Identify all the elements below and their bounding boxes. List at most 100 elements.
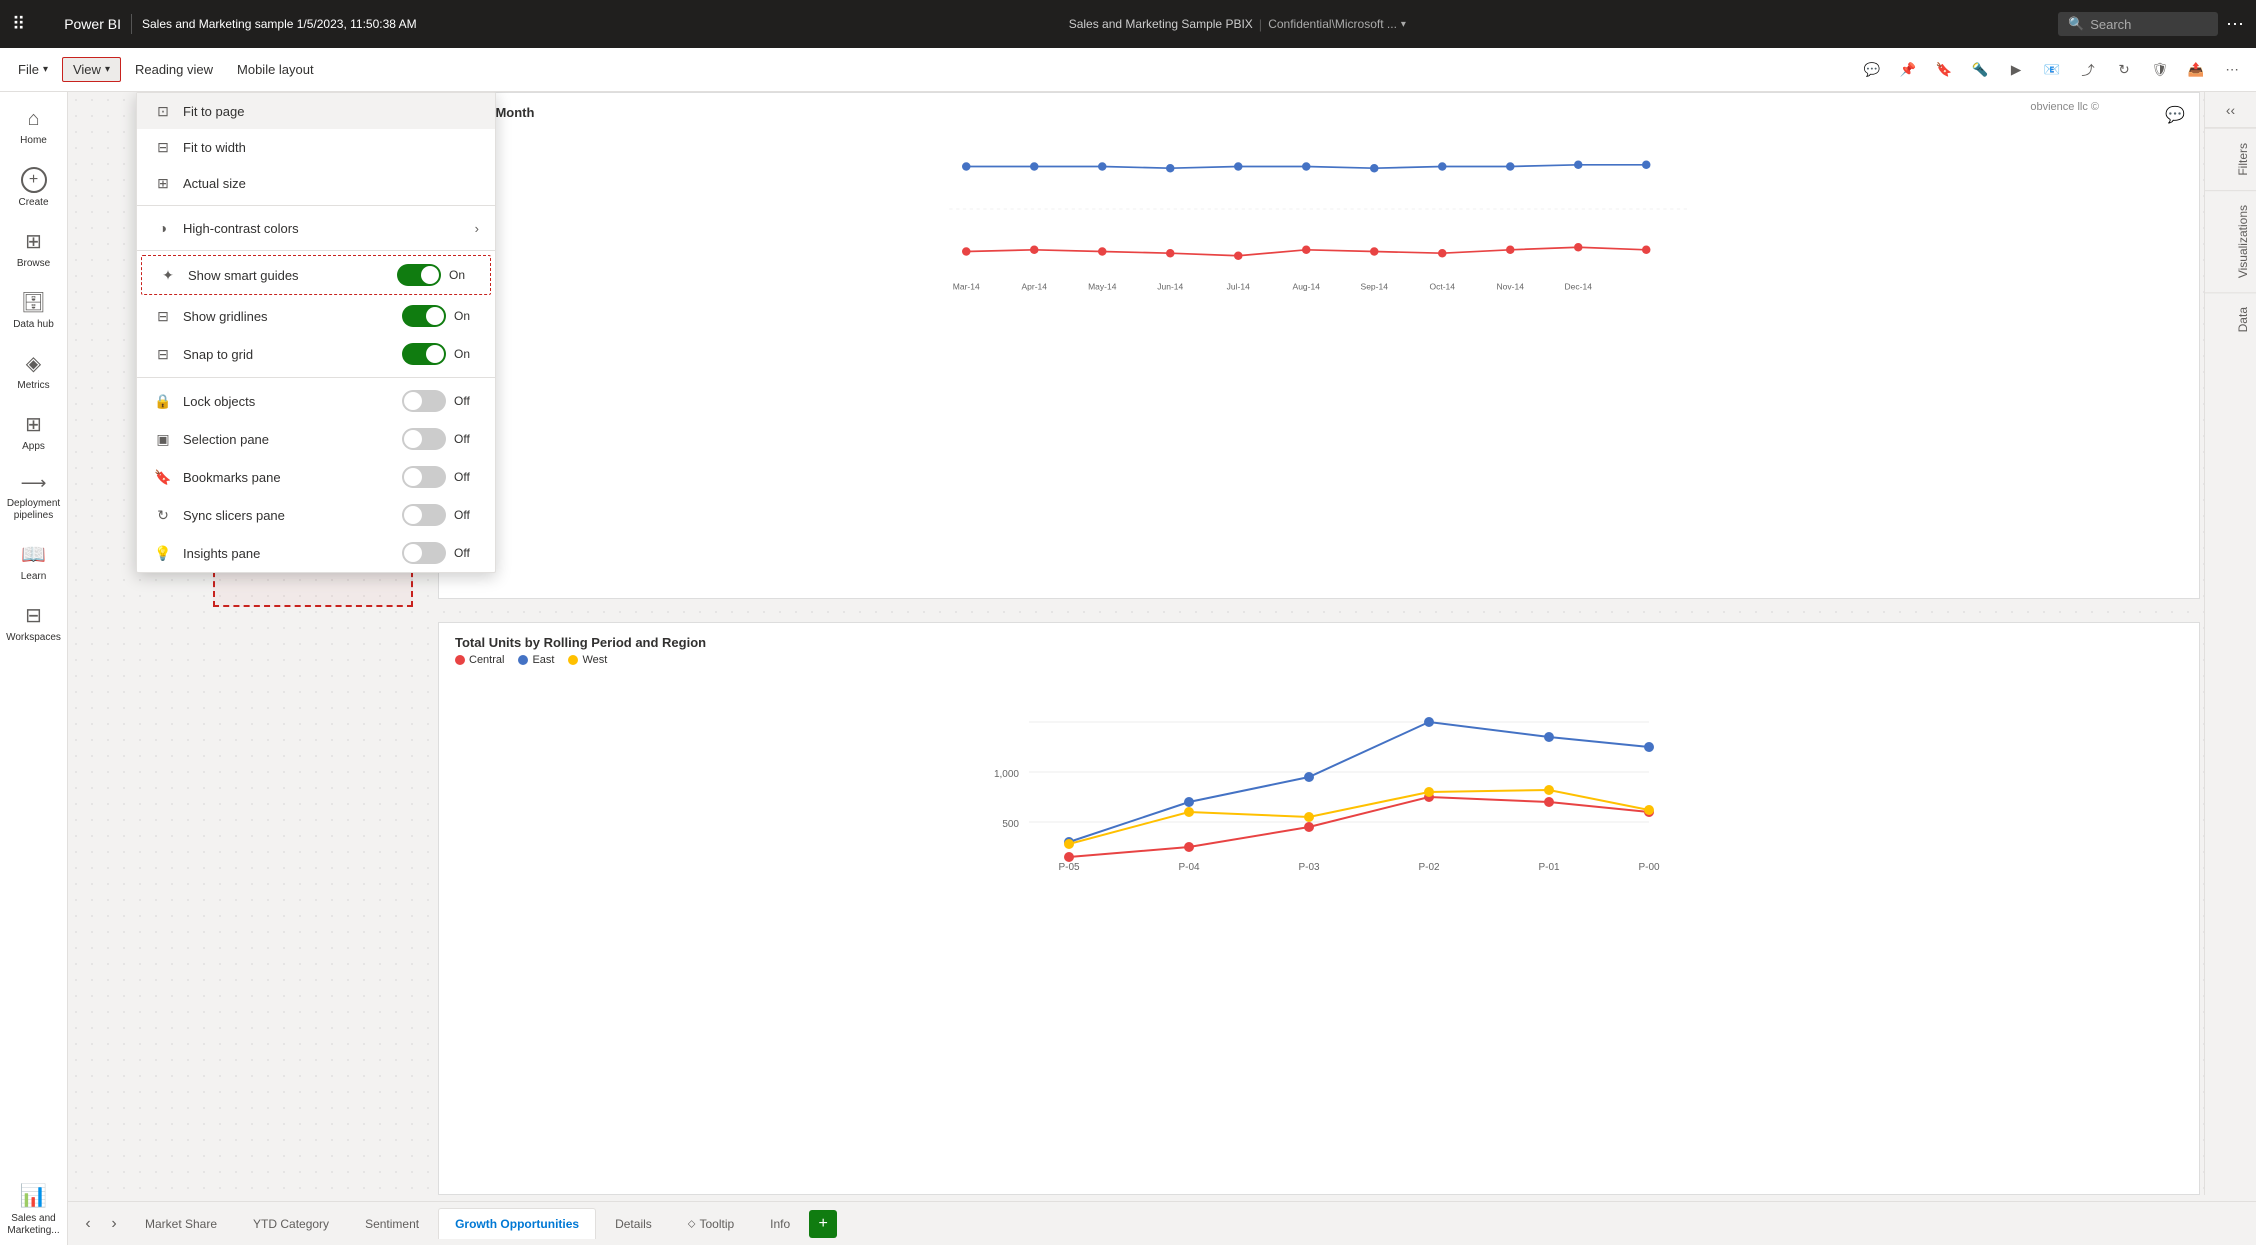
visualizations-panel-tab[interactable]: Visualizations <box>2205 190 2256 292</box>
spotlight-icon[interactable]: 🔦 <box>1964 54 1996 86</box>
obvience-label: obvience llc © <box>2030 101 2099 113</box>
tab-tooltip[interactable]: ⬦ Tooltip <box>671 1208 751 1239</box>
sidebar-item-deployment[interactable]: ⟶ Deployment pipelines <box>4 465 64 530</box>
menu-fit-to-page[interactable]: ⊡ Fit to page <box>137 93 495 129</box>
menu-snap-to-grid[interactable]: ⊟ Snap to grid On <box>137 335 495 373</box>
refresh-icon[interactable]: ↻ <box>2108 54 2140 86</box>
filters-panel-tab[interactable]: Filters <box>2205 128 2256 190</box>
sync-toggle[interactable] <box>402 504 446 526</box>
tab-label: Tooltip <box>699 1217 734 1231</box>
present-icon[interactable]: ▶ <box>2000 54 2032 86</box>
svg-text:Apr-14: Apr-14 <box>1021 282 1047 292</box>
tab-next-button[interactable]: › <box>102 1212 126 1236</box>
menu-item-label: Bookmarks pane <box>183 470 392 485</box>
svg-text:Mar-14: Mar-14 <box>953 282 980 292</box>
legend-dot-central <box>455 655 465 665</box>
menu-fit-to-width[interactable]: ⊟ Fit to width <box>137 129 495 165</box>
selection-toggle[interactable] <box>402 428 446 450</box>
view-button[interactable]: View ▾ <box>62 57 121 82</box>
lock-toggle[interactable] <box>402 390 446 412</box>
tab-details[interactable]: Details <box>598 1208 669 1239</box>
legend-label-central: Central <box>469 654 504 666</box>
toggle-label: Off <box>454 546 479 560</box>
sidebar-item-apps[interactable]: ⊞ Apps <box>4 404 64 461</box>
legend-east: East <box>518 654 554 666</box>
tab-market-share[interactable]: Market Share <box>128 1208 234 1239</box>
sidebar-item-home[interactable]: ⌂ Home <box>4 100 64 155</box>
snap-toggle[interactable] <box>402 343 446 365</box>
menu-selection-pane[interactable]: ▣ Selection pane Off <box>137 420 495 458</box>
share-icon[interactable]: 📤 <box>2180 54 2212 86</box>
svg-text:Jul-14: Jul-14 <box>1227 282 1250 292</box>
ribbon: File ▾ View ▾ Reading view Mobile layout… <box>0 48 2256 92</box>
menu-bookmarks-pane[interactable]: 🔖 Bookmarks pane Off <box>137 458 495 496</box>
sidebar-item-workspaces[interactable]: ⊟ Workspaces <box>4 595 64 652</box>
toggle-label: Off <box>454 394 479 408</box>
sync-toggle-group: Off <box>402 504 479 526</box>
home-icon: ⌂ <box>27 108 39 131</box>
bookmark-icon[interactable]: 🔖 <box>1928 54 1960 86</box>
ms-logo-green <box>45 15 54 24</box>
collapse-panels-button[interactable]: ‹ ‹ <box>2205 92 2256 128</box>
comment-button[interactable]: 💬 <box>2161 101 2189 129</box>
export-icon[interactable]: ⤴ <box>2072 54 2104 86</box>
bookmarks-toggle[interactable] <box>402 466 446 488</box>
ms-logo-yellow <box>45 25 54 34</box>
file-button[interactable]: File ▾ <box>8 58 58 81</box>
menu-show-smart-guides[interactable]: ✦ Show smart guides On <box>141 255 491 295</box>
sensitivity-icon[interactable]: 🛡 <box>2144 54 2176 86</box>
data-panel-tab[interactable]: Data <box>2205 292 2256 346</box>
metrics-icon: ◈ <box>26 351 41 376</box>
tooltip-icon: ⬦ <box>688 1218 696 1231</box>
more-options-icon[interactable]: ⋯ <box>2226 14 2244 35</box>
chevron-down-icon[interactable]: ▾ <box>1401 19 1406 30</box>
add-page-button[interactable]: + <box>809 1210 837 1238</box>
sidebar-item-learn[interactable]: 📖 Learn <box>4 534 64 591</box>
more-icon[interactable]: ⋯ <box>2216 54 2248 86</box>
tab-sentiment[interactable]: Sentiment <box>348 1208 436 1239</box>
toggle-thumb <box>404 506 422 524</box>
top-bar-right: 🔍 ⋯ <box>2058 12 2244 36</box>
toggle-label: Off <box>454 470 479 484</box>
sidebar-item-browse[interactable]: ⊞ Browse <box>4 221 64 278</box>
view-dropdown-menu: ⊡ Fit to page ⊟ Fit to width ⊞ Actual si… <box>136 92 496 573</box>
menu-lock-objects[interactable]: 🔒 Lock objects Off <box>137 382 495 420</box>
sidebar-item-label: Create <box>18 197 48 209</box>
sidebar-item-datahub[interactable]: 🗄 Data hub <box>4 282 64 339</box>
separator-bar: | <box>1259 17 1262 32</box>
bottom-chart-title: Total Units by Rolling Period and Region <box>455 635 2183 650</box>
menu-insights-pane[interactable]: 💡 Insights pane Off <box>137 534 495 572</box>
smart-guides-toggle[interactable] <box>397 264 441 286</box>
search-input[interactable] <box>2090 17 2200 32</box>
top-chart-panel: obvience llc © 💬 Ms by Month <box>438 92 2200 599</box>
menu-show-gridlines[interactable]: ⊟ Show gridlines On <box>137 297 495 335</box>
sidebar-item-salesmarketing[interactable]: 📊 Sales and Marketing... <box>4 1175 64 1245</box>
mobile-layout-button[interactable]: Mobile layout <box>227 58 324 81</box>
gridlines-toggle[interactable] <box>402 305 446 327</box>
reading-view-button[interactable]: Reading view <box>125 58 223 81</box>
workspaces-icon: ⊟ <box>25 603 42 628</box>
toggle-thumb <box>426 345 444 363</box>
tab-growth-opportunities[interactable]: Growth Opportunities <box>438 1208 596 1239</box>
chevron-right-icon2: ‹ <box>2231 102 2236 118</box>
tab-prev-button[interactable]: ‹ <box>76 1212 100 1236</box>
menu-high-contrast[interactable]: ◑ High-contrast colors › <box>137 210 495 246</box>
menu-sync-slicers[interactable]: ↻ Sync slicers pane Off <box>137 496 495 534</box>
insights-toggle[interactable] <box>402 542 446 564</box>
pin-icon[interactable]: 📌 <box>1892 54 1924 86</box>
tab-info[interactable]: Info <box>753 1208 807 1239</box>
bookmarks-pane-icon: 🔖 <box>153 469 173 486</box>
subscribe-icon[interactable]: 📧 <box>2036 54 2068 86</box>
page-tabs: ‹ › Market Share YTD Category Sentiment … <box>68 1201 2256 1245</box>
menu-actual-size[interactable]: ⊞ Actual size <box>137 165 495 201</box>
tab-ytd-category[interactable]: YTD Category <box>236 1208 346 1239</box>
sidebar-item-metrics[interactable]: ◈ Metrics <box>4 343 64 400</box>
right-side-panels: ‹ ‹ Filters Visualizations Data <box>2204 92 2256 1195</box>
toggle-label: Off <box>454 432 479 446</box>
menu-item-label: Snap to grid <box>183 347 392 362</box>
search-box[interactable]: 🔍 <box>2058 12 2218 36</box>
comment-icon[interactable]: 💬 <box>1856 54 1888 86</box>
sidebar-item-create[interactable]: + Create <box>4 159 64 217</box>
svg-text:Dec-14: Dec-14 <box>1565 282 1593 292</box>
waffle-icon[interactable]: ⠿ <box>12 14 25 35</box>
